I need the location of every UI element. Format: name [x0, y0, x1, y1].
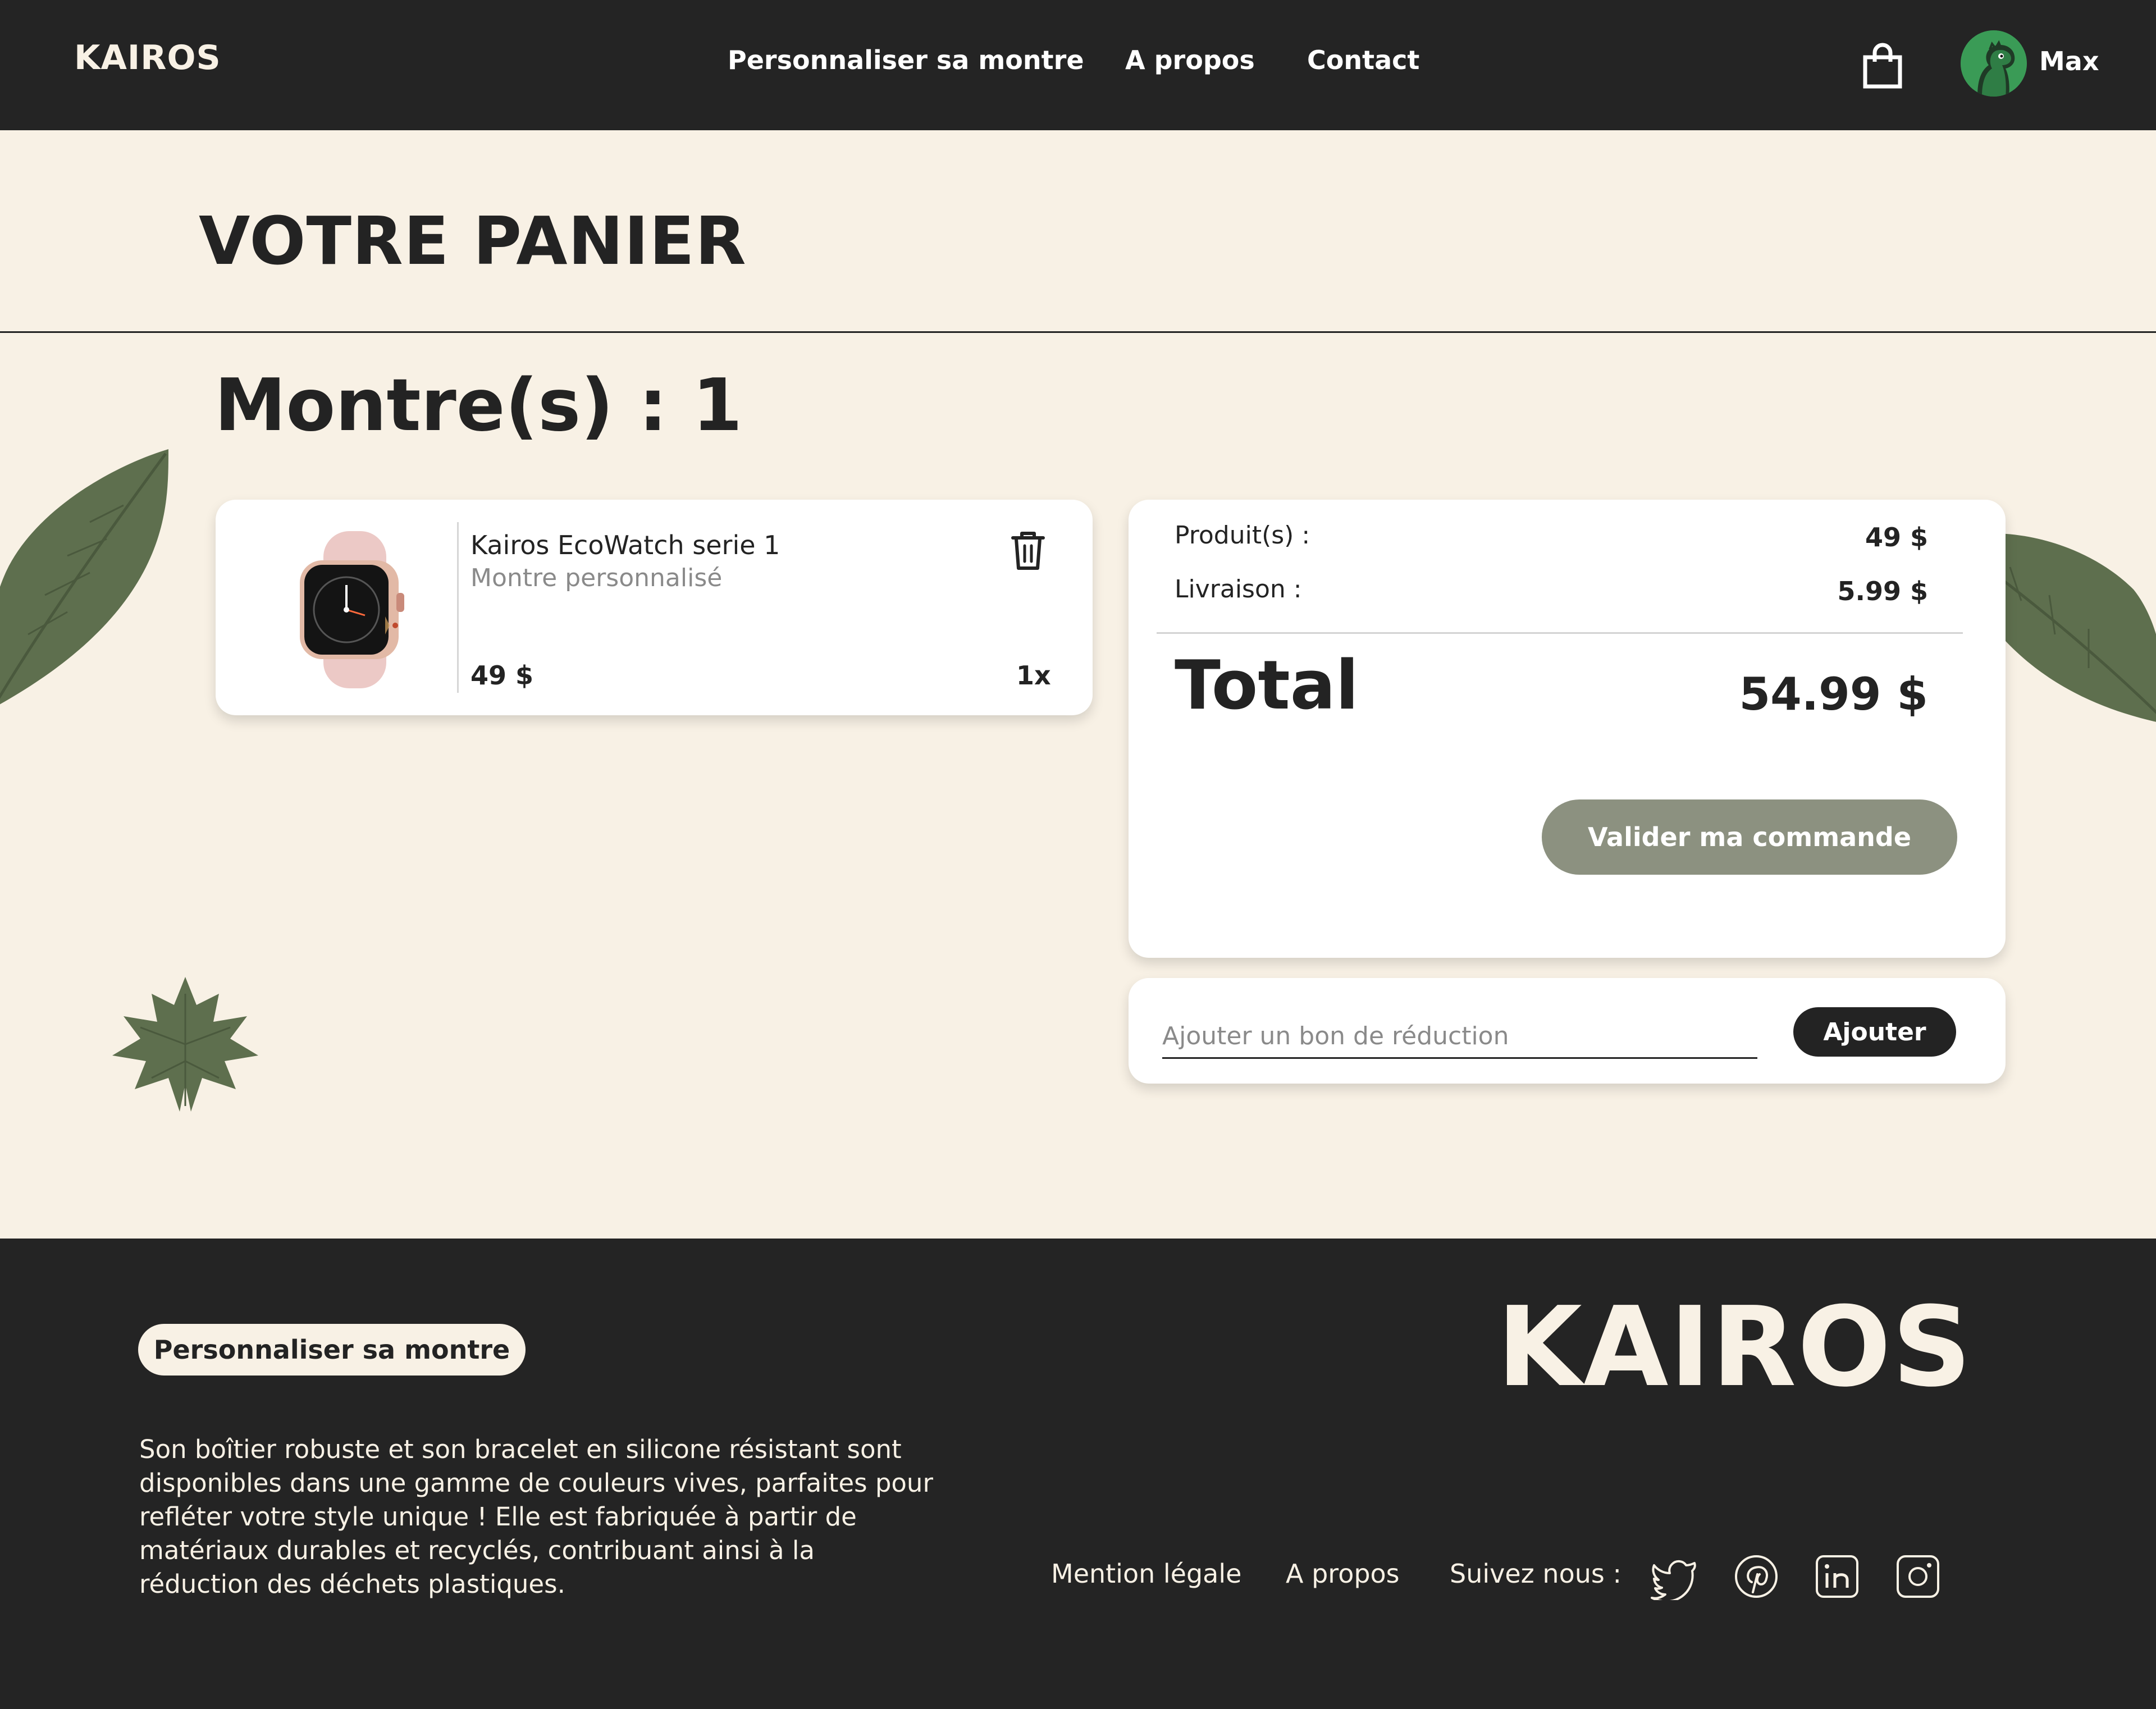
coupon-card: Ajouter	[1129, 978, 2006, 1084]
shipping-label: Livraison :	[1175, 575, 1302, 604]
footer-description: Son boîtier robuste et son bracelet en s…	[139, 1434, 933, 1599]
footer: Personnaliser sa montre Son boîtier robu…	[0, 1239, 2156, 1709]
instagram-icon[interactable]	[1894, 1553, 1942, 1600]
twitter-icon[interactable]	[1651, 1553, 1698, 1600]
add-coupon-button[interactable]: Ajouter	[1793, 1007, 1956, 1057]
products-value: 49 $	[1865, 522, 1928, 552]
title-divider	[0, 331, 2156, 333]
item-quantity: 1x	[1016, 660, 1051, 691]
cart-item-card: Kairos EcoWatch serie 1 Montre personnal…	[216, 500, 1093, 715]
watch-product-image	[300, 531, 404, 688]
top-navbar: KAIROS Personnaliser sa montre A propos …	[0, 0, 2156, 130]
products-label: Produit(s) :	[1175, 521, 1310, 550]
item-name[interactable]: Kairos EcoWatch serie 1	[471, 530, 780, 560]
watch-count: Montre(s) : 1	[214, 364, 743, 447]
linkedin-icon[interactable]	[1814, 1553, 1861, 1600]
dinosaur-avatar-icon	[1961, 30, 2027, 97]
item-price: 49 $	[471, 660, 534, 691]
footer-link-mention-legale[interactable]: Mention légale	[1051, 1559, 1241, 1589]
coupon-input[interactable]	[1162, 1015, 1757, 1059]
validate-order-button[interactable]: Valider ma commande	[1542, 799, 1957, 875]
nav-link-contact[interactable]: Contact	[1307, 45, 1419, 75]
shopping-bag-icon[interactable]	[1857, 40, 1908, 91]
footer-customize-button[interactable]: Personnaliser sa montre	[138, 1324, 526, 1376]
total-label: Total	[1175, 647, 1359, 725]
page-title: VOTRE PANIER	[199, 202, 747, 280]
order-summary-card: Produit(s) : 49 $ Livraison : 5.99 $ Tot…	[1129, 500, 2006, 958]
user-avatar[interactable]	[1961, 30, 2027, 97]
shipping-value: 5.99 $	[1837, 576, 1928, 606]
follow-us-label: Suivez nous :	[1450, 1559, 1621, 1589]
summary-divider	[1157, 632, 1963, 634]
pinterest-icon[interactable]	[1733, 1553, 1780, 1600]
maple-leaf-decoration	[112, 977, 258, 1112]
leaf-decoration-left	[0, 449, 168, 705]
user-name[interactable]: Max	[2039, 46, 2099, 76]
total-value: 54.99 $	[1739, 668, 1928, 720]
nav-link-a-propos[interactable]: A propos	[1125, 45, 1255, 75]
trash-icon[interactable]	[1010, 529, 1047, 572]
item-divider	[457, 522, 459, 693]
brand-logo[interactable]: KAIROS	[74, 38, 221, 77]
footer-link-a-propos[interactable]: A propos	[1286, 1559, 1400, 1589]
nav-link-personnaliser[interactable]: Personnaliser sa montre	[728, 45, 1084, 75]
item-subtitle: Montre personnalisé	[471, 564, 723, 592]
footer-logo: KAIROS	[1497, 1283, 1973, 1411]
